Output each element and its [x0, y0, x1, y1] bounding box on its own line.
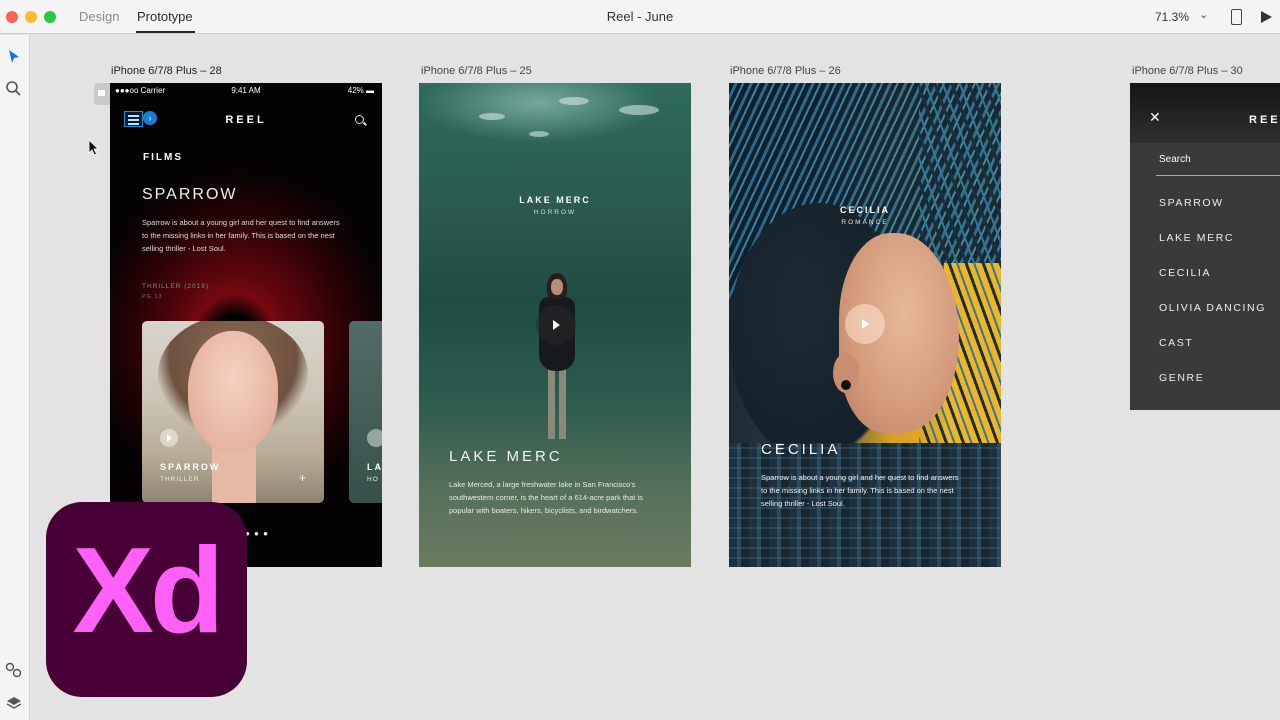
home-artboard-icon[interactable] — [94, 83, 110, 105]
film-card[interactable]: LA HO — [349, 321, 382, 503]
menu-item[interactable]: SPARROW — [1159, 197, 1224, 209]
film-name: CECILIA — [840, 205, 890, 215]
film-genre: THRILLER (2018) — [142, 283, 210, 290]
artboard-cecilia[interactable]: CECILIA ROMANCE CECILIA Sparrow is about… — [729, 83, 1001, 567]
menu-item[interactable]: OLIVIA DANCING — [1159, 302, 1266, 314]
menu-item[interactable]: LAKE MERC — [1159, 232, 1234, 244]
play-icon[interactable] — [845, 304, 885, 344]
water-ripple — [479, 113, 505, 120]
film-title: CECILIA — [761, 441, 841, 458]
active-tab-indicator — [136, 31, 195, 33]
film-name: LAKE MERC — [519, 195, 591, 205]
artboard-menu[interactable]: ✕ REEL Search SPARROW LAKE MERC CECILIA … — [1130, 83, 1280, 410]
play-preview-icon[interactable] — [1261, 11, 1272, 23]
artboard-films[interactable]: ●●●oo Carrier 9:41 AM 42% ▬ › REEL FILMS… — [110, 83, 382, 567]
device-preview-icon[interactable] — [1231, 9, 1242, 25]
film-genre: HORROW — [533, 209, 577, 216]
assets-icon[interactable] — [4, 660, 24, 680]
adobe-xd-logo: Xd — [46, 502, 247, 697]
film-description: Sparrow is about a young girl and her qu… — [142, 218, 340, 253]
film-rating: PG 13 — [142, 294, 163, 300]
battery-text: 42% ▬ — [347, 86, 374, 95]
card-title: LA — [367, 462, 382, 472]
section-title: FILMS — [143, 152, 183, 163]
zoom-tool-icon[interactable] — [4, 79, 24, 99]
figure-legs — [548, 369, 566, 439]
play-icon[interactable] — [160, 429, 178, 447]
film-genre: ROMANCE — [841, 219, 889, 226]
xd-logo-text: Xd — [72, 522, 225, 658]
menu-item[interactable]: GENRE — [1159, 372, 1204, 384]
chevron-down-icon[interactable]: ⌄ — [1199, 8, 1208, 21]
search-underline — [1156, 175, 1280, 176]
artboard-lake-merc[interactable]: LAKE MERC HORROW LAKE MERC Lake Merced, … — [419, 83, 691, 567]
menu-item[interactable]: CAST — [1159, 337, 1193, 349]
document-title: Reel - June — [606, 9, 674, 24]
card-subtitle: THRILLER — [160, 476, 200, 483]
film-title: LAKE MERC — [449, 448, 563, 465]
portrait-ear — [833, 353, 859, 393]
card-subtitle: HO — [367, 476, 379, 483]
artboard-label[interactable]: iPhone 6/7/8 Plus – 28 — [111, 65, 222, 77]
water-ripple — [529, 131, 549, 137]
zoom-level[interactable]: 71.3% — [1155, 10, 1189, 24]
water-ripple — [619, 105, 659, 115]
close-icon[interactable]: ✕ — [1149, 109, 1161, 126]
app-logo: REEL — [1249, 114, 1280, 126]
search-icon[interactable] — [355, 115, 364, 124]
mouse-cursor-icon — [88, 139, 99, 156]
artboard-label[interactable]: iPhone 6/7/8 Plus – 30 — [1132, 65, 1243, 77]
clock-text: 9:41 AM — [231, 86, 261, 95]
card-title: SPARROW — [160, 462, 221, 472]
search-input[interactable]: Search — [1159, 154, 1191, 165]
menu-item[interactable]: CECILIA — [1159, 267, 1211, 279]
film-card[interactable]: SPARROW THRILLER + — [142, 321, 324, 503]
play-icon[interactable] — [367, 429, 382, 447]
title-bar: Design Prototype Reel - June 71.3% ⌄ — [0, 0, 1280, 34]
film-description: Sparrow is about a young girl and her qu… — [761, 473, 959, 508]
portrait-face — [188, 331, 278, 451]
film-title: SPARROW — [142, 186, 238, 203]
status-bar: ●●●oo Carrier 9:41 AM 42% ▬ — [110, 83, 382, 99]
layers-icon[interactable] — [4, 693, 24, 713]
left-toolbar — [0, 35, 30, 720]
water-ripple — [559, 97, 589, 105]
artboard-label[interactable]: iPhone 6/7/8 Plus – 26 — [730, 65, 841, 77]
pagination-dots[interactable]: ● ● ● — [245, 529, 269, 538]
artboard-label[interactable]: iPhone 6/7/8 Plus – 25 — [421, 65, 532, 77]
app-logo: REEL — [225, 114, 267, 126]
select-tool-icon[interactable] — [4, 47, 24, 67]
play-icon[interactable] — [536, 305, 576, 345]
figure-face — [551, 279, 563, 295]
add-icon[interactable]: + — [299, 471, 306, 485]
film-description: Lake Merced, a large freshwater lake in … — [449, 480, 643, 515]
